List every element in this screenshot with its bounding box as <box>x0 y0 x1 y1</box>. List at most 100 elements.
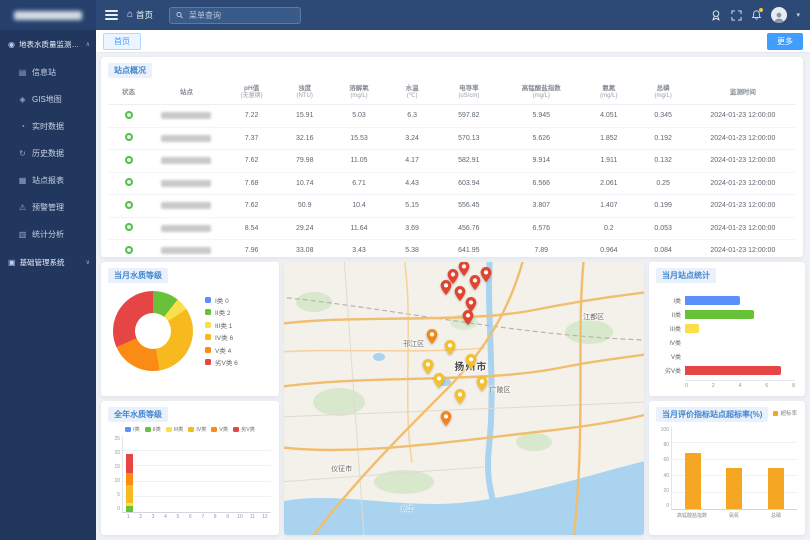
map-marker-pin[interactable] <box>441 280 452 300</box>
value-cell: 8.54 <box>224 217 280 240</box>
column-header: 状态 <box>108 82 149 105</box>
legend-item[interactable]: II类 <box>145 426 161 433</box>
legend-swatch <box>211 427 217 432</box>
bar-column[interactable] <box>160 436 172 512</box>
avatar[interactable] <box>771 7 787 23</box>
bar[interactable] <box>726 468 742 509</box>
tab-home[interactable]: 首页 <box>103 33 141 50</box>
table-row[interactable]: 7.2215.915.036.3597.825.9454.0510.345202… <box>108 105 796 128</box>
map-marker-pin[interactable] <box>455 286 466 306</box>
map-panel[interactable]: 扬州市江都区邗江区广陵区仪征市长江 <box>284 262 644 535</box>
bar[interactable] <box>685 296 740 305</box>
bar[interactable] <box>685 366 781 375</box>
legend-item[interactable]: 劣V类 6 <box>205 357 238 367</box>
legend-item[interactable]: III类 <box>166 426 184 433</box>
sidebar-item-0[interactable]: ▤信息站 <box>0 59 96 86</box>
table-row[interactable]: 7.9633.083.435.38641.957.890.9640.084202… <box>108 240 796 257</box>
map-marker-pin[interactable] <box>423 359 434 379</box>
map-marker-pin[interactable] <box>469 275 480 295</box>
axis-tick-label: 9 <box>221 514 233 520</box>
breadcrumb-home[interactable]: 首页 <box>136 9 153 21</box>
bar-column[interactable] <box>259 436 271 512</box>
status-cell <box>108 195 149 218</box>
bar-column[interactable] <box>209 436 221 512</box>
annual-stacked-chart[interactable] <box>122 436 271 513</box>
monthly-grade-panel: 当月水质等级 I类 0II类 2III类 1IV类 6V类 4劣V类 6 <box>101 262 279 396</box>
table-row[interactable]: 7.6279.9811.054.17582.919.9141.9110.1322… <box>108 150 796 173</box>
axis-tick-label: 2 <box>134 514 146 520</box>
status-dot-normal <box>125 178 133 186</box>
legend-item[interactable]: I类 0 <box>205 295 238 305</box>
map-marker-pin[interactable] <box>480 267 491 287</box>
bar-column[interactable] <box>172 436 184 512</box>
table-row[interactable]: 7.3732.1615.533.24570.135.6261.8520.1922… <box>108 127 796 150</box>
map-marker-pin[interactable] <box>462 310 473 330</box>
legend-item[interactable]: I类 <box>125 426 140 433</box>
legend-item[interactable]: V类 <box>211 426 228 433</box>
value-cell: 603.94 <box>436 172 501 195</box>
chevron-down-icon[interactable]: ▾ <box>796 11 800 19</box>
bar-column[interactable] <box>197 436 209 512</box>
value-cell: 7.22 <box>224 105 280 128</box>
exceed-bar-chart[interactable] <box>671 427 797 510</box>
legend-item[interactable]: IV类 <box>188 426 206 433</box>
bar-category-label: I类 <box>655 296 681 305</box>
panel-title-exceed-rate: 当月评价指标站点超标率(%) <box>656 407 768 422</box>
map-marker-pin[interactable] <box>455 389 466 409</box>
bar-column[interactable] <box>234 436 246 512</box>
bar[interactable] <box>685 324 699 333</box>
fullscreen-icon[interactable] <box>731 10 742 21</box>
bar-column[interactable] <box>222 436 234 512</box>
sidebar-group-base[interactable]: ▣基础管理系统∨ <box>0 248 96 277</box>
monthly-stats-chart[interactable]: I类II类III类IV类V类劣V类 <box>649 283 805 377</box>
table-row[interactable]: 8.5429.2411.643.69456.766.5760.20.053202… <box>108 217 796 240</box>
value-cell: 5.945 <box>501 105 581 128</box>
map-marker-pin[interactable] <box>477 376 488 396</box>
bell-icon[interactable] <box>751 9 762 21</box>
more-button[interactable]: 更多 <box>767 33 803 50</box>
search-input[interactable] <box>187 10 294 21</box>
map-marker-pin[interactable] <box>441 411 452 431</box>
legend-item[interactable]: 劣V类 <box>233 426 255 433</box>
legend-label: V类 <box>219 426 228 433</box>
sidebar-group-monitoring[interactable]: ◉地表水质量监测系统∧ <box>0 30 96 59</box>
legend-item[interactable]: V类 4 <box>205 345 238 355</box>
medal-icon[interactable] <box>710 9 722 21</box>
sidebar-item-6[interactable]: ▥统计分析 <box>0 221 96 248</box>
map-marker-pin[interactable] <box>466 354 477 374</box>
station-name-cell <box>149 105 224 128</box>
monthly-grade-chart[interactable]: I类 0 II类 2 III类 1 IV类 6 V类 4 劣V类 6 <box>101 283 279 371</box>
bar-column[interactable] <box>185 436 197 512</box>
map-marker-pin[interactable] <box>444 340 455 360</box>
sidebar-item-4[interactable]: ▦站点报表 <box>0 167 96 194</box>
bar-column[interactable] <box>246 436 258 512</box>
hamburger-menu-icon[interactable] <box>105 10 118 20</box>
sidebar-item-5[interactable]: ⚠预警管理 <box>0 194 96 221</box>
sidebar-item-3[interactable]: ↻历史数据 <box>0 140 96 167</box>
bar-column[interactable] <box>148 436 160 512</box>
sidebar-item-1[interactable]: ◈GIS地图 <box>0 86 96 113</box>
value-cell: 5.03 <box>330 105 388 128</box>
donut-chart[interactable] <box>113 291 193 371</box>
legend-item[interactable]: IV类 6 <box>205 332 238 342</box>
map-marker-pin[interactable] <box>459 262 470 281</box>
legend-swatch <box>205 334 211 340</box>
bar[interactable] <box>685 310 754 319</box>
map-marker-pin[interactable] <box>433 373 444 393</box>
bar[interactable] <box>685 453 701 509</box>
sidebar-item-label: GIS地图 <box>32 94 62 105</box>
table-row[interactable]: 7.6250.910.45.15556.453.8071.4070.199202… <box>108 195 796 218</box>
bar[interactable] <box>768 468 784 509</box>
value-cell: 5.626 <box>501 127 581 150</box>
map-marker-pin[interactable] <box>426 329 437 349</box>
sidebar-item-2[interactable]: ◔实时数据 <box>0 113 96 140</box>
bar-column[interactable] <box>123 436 135 512</box>
legend-item[interactable]: III类 1 <box>205 320 238 330</box>
menu-search[interactable] <box>169 7 301 24</box>
bar-column[interactable] <box>135 436 147 512</box>
table-row[interactable]: 7.6810.746.714.43603.946.5662.0610.25202… <box>108 172 796 195</box>
station-name-cell <box>149 150 224 173</box>
map-city-label: 广陵区 <box>490 385 511 395</box>
legend-swatch <box>205 322 211 328</box>
legend-item[interactable]: II类 2 <box>205 307 238 317</box>
